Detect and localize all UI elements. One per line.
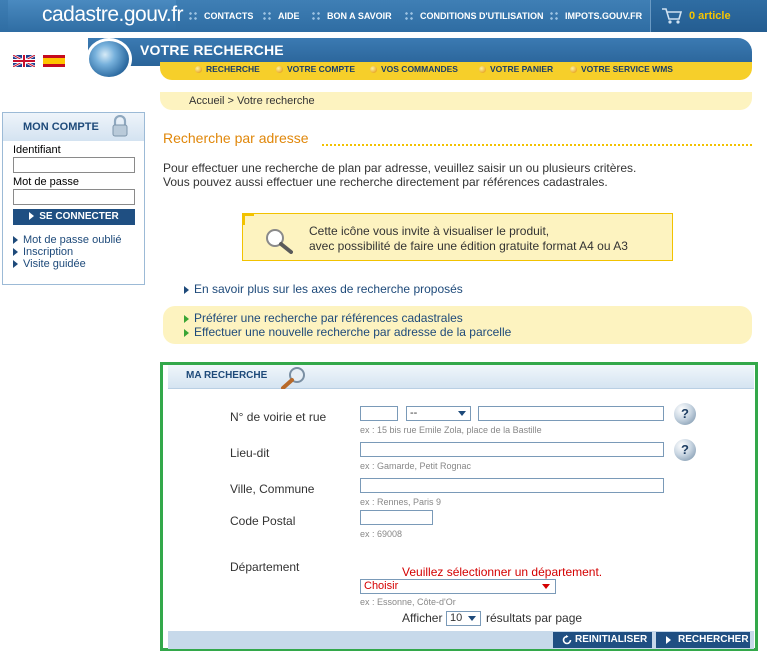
chevron-down-icon (458, 411, 466, 416)
identifiant-input[interactable] (13, 157, 135, 173)
chevron-down-icon (542, 584, 550, 589)
results-label: résultats par page (486, 611, 583, 625)
topnav-bon-a-savoir[interactable]: BON A SAVOIR (311, 0, 392, 32)
search-panel: MA RECHERCHE N° de voirie et rue -- ? ex… (160, 362, 758, 651)
login-button[interactable]: SE CONNECTER (13, 209, 135, 225)
refresh-icon (562, 635, 572, 645)
search-footer: REINITIALISER RECHERCHER (168, 631, 754, 649)
spain-flag-icon[interactable] (43, 55, 65, 67)
voirie-hint: ex : 15 bis rue Emile Zola, place de la … (360, 425, 542, 435)
chevron-right-icon (29, 212, 35, 221)
bullet-icon (570, 65, 577, 73)
corner-decoration (242, 213, 254, 225)
account-box: MON COMPTE Identifiant Mot de passe SE C… (2, 112, 145, 285)
dept-hint: ex : Essonne, Côte-d'Or (360, 597, 456, 607)
postal-code-input[interactable] (360, 510, 433, 525)
dots-icon (311, 11, 321, 21)
cart[interactable]: 0 article (650, 0, 767, 32)
chevron-down-icon (468, 616, 476, 621)
account-title: MON COMPTE (23, 121, 99, 133)
error-message: Veuillez sélectionner un département. (402, 565, 603, 579)
street-suffix-select[interactable]: -- (406, 406, 471, 421)
topnav-contacts[interactable]: CONTACTS (188, 0, 253, 32)
reset-button[interactable]: REINITIALISER (553, 632, 652, 648)
dots-icon (549, 11, 559, 21)
voirie-label: N° de voirie et rue (230, 410, 327, 424)
subnav-recherche[interactable]: RECHERCHE (195, 64, 260, 74)
page-title: Recherche par adresse (163, 130, 309, 146)
bullet-icon (195, 65, 202, 73)
ville-hint: ex : Rennes, Paris 9 (360, 497, 442, 507)
magnifier-icon (266, 229, 293, 254)
lieudit-label: Lieu-dit (230, 446, 270, 460)
intro-line-1: Pour effectuer une recherche de plan par… (163, 161, 637, 175)
ville-label: Ville, Commune (230, 482, 315, 496)
info-line-1: Cette icône vous invite à visualiser le … (309, 224, 550, 238)
cart-count: 0 article (689, 10, 731, 22)
chevron-right-icon (184, 285, 189, 294)
cp-label: Code Postal (230, 514, 296, 528)
department-select[interactable]: Choisir (360, 579, 556, 594)
results-per-page-select[interactable]: 10 (446, 611, 481, 626)
identifiant-label: Identifiant (13, 144, 61, 156)
more-info-link[interactable]: En savoir plus sur les axes de recherche… (184, 282, 463, 296)
chevron-right-icon (13, 248, 18, 257)
subnav-service-wms[interactable]: VOTRE SERVICE WMS (570, 64, 673, 74)
shopping-cart-icon (662, 8, 683, 24)
lieudit-input[interactable] (360, 442, 664, 457)
bullet-icon (479, 65, 486, 73)
search-header: MA RECHERCHE (168, 365, 754, 390)
help-icon[interactable]: ? (674, 403, 696, 425)
guided-tour-link[interactable]: Visite guidée (13, 258, 86, 270)
password-label: Mot de passe (13, 176, 80, 188)
chevron-right-icon (666, 636, 671, 644)
chevron-right-icon (184, 328, 189, 337)
title-divider (322, 144, 752, 146)
info-line-2: avec possibilité de faire une édition gr… (309, 239, 628, 253)
street-number-input[interactable] (360, 406, 398, 421)
bullet-icon (276, 65, 283, 73)
ville-input[interactable] (360, 478, 664, 493)
lieudit-hint: ex : Gamarde, Petit Rognac (360, 461, 472, 471)
street-name-input[interactable] (478, 406, 664, 421)
password-input[interactable] (13, 189, 135, 205)
search-button[interactable]: RECHERCHER (656, 632, 750, 648)
topnav-conditions[interactable]: CONDITIONS D'UTILISATION (404, 0, 543, 32)
subnav-vos-commandes[interactable]: VOS COMMANDES (370, 64, 458, 74)
lock-icon (112, 115, 128, 137)
search-title: MA RECHERCHE (186, 370, 268, 381)
chevron-right-icon (13, 236, 18, 245)
info-box: Cette icône vous invite à visualiser le … (242, 213, 673, 261)
search-magnifier-icon (281, 367, 305, 390)
breadcrumb: Accueil > Votre recherche (160, 92, 752, 110)
help-icon[interactable]: ? (674, 439, 696, 461)
chevron-right-icon (184, 314, 189, 323)
site-logo[interactable]: cadastre.gouv.fr (8, 0, 184, 32)
search-form: N° de voirie et rue -- ? ex : 15 bis rue… (168, 389, 754, 631)
cadastral-search-link[interactable]: Préférer une recherche par références ca… (184, 311, 463, 325)
uk-flag-icon[interactable] (13, 55, 35, 67)
account-header: MON COMPTE (3, 113, 144, 141)
register-link[interactable]: Inscription (13, 246, 73, 258)
dots-icon (404, 11, 414, 21)
afficher-label: Afficher (402, 611, 443, 625)
intro-line-2: Vous pouvez aussi effectuer une recherch… (163, 175, 608, 189)
new-address-search-link[interactable]: Effectuer une nouvelle recherche par adr… (184, 325, 511, 339)
chevron-right-icon (13, 260, 18, 269)
topnav-impots[interactable]: IMPOTS.GOUV.FR (549, 0, 642, 32)
top-bar: cadastre.gouv.fr CONTACTS AIDE BON A SAV… (0, 0, 767, 32)
forgot-password-link[interactable]: Mot de passe oublié (13, 234, 121, 246)
globe-icon (86, 38, 132, 80)
cp-hint: ex : 69008 (360, 529, 403, 539)
dots-icon (188, 11, 198, 21)
topnav-aide[interactable]: AIDE (262, 0, 300, 32)
subnav-votre-panier[interactable]: VOTRE PANIER (479, 64, 553, 74)
section-title: VOTRE RECHERCHE (140, 42, 284, 58)
bullet-icon (370, 65, 377, 73)
dots-icon (262, 11, 272, 21)
dept-label: Département (230, 560, 300, 574)
subnav-votre-compte[interactable]: VOTRE COMPTE (276, 64, 355, 74)
